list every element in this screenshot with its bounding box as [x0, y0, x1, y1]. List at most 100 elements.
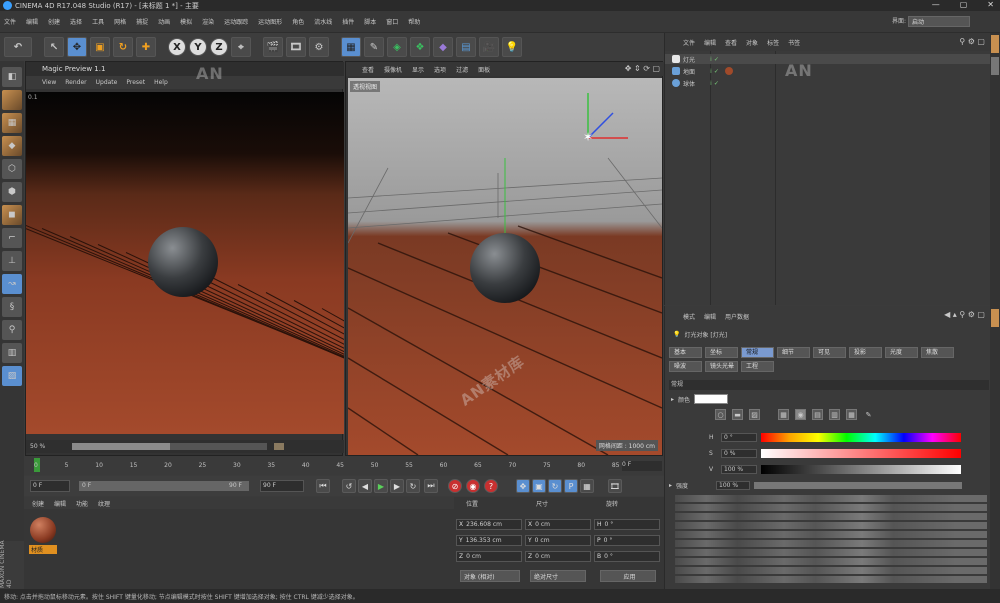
expand-arrow-icon[interactable]: ▸	[669, 482, 672, 489]
tab-coord[interactable]: 坐标	[705, 347, 738, 358]
next-key-button[interactable]: ↻	[406, 479, 420, 493]
position-z-field[interactable]: Z0 cm	[456, 551, 522, 562]
prev-key-button[interactable]: ↺	[342, 479, 356, 493]
menu-motion-tracking[interactable]: 运动跟踪	[224, 17, 248, 26]
tab-details[interactable]: 细节	[777, 347, 810, 358]
menu-mograph[interactable]: 运动图形	[258, 17, 282, 26]
tab-project[interactable]: 工程	[741, 361, 774, 372]
size-x-field[interactable]: X0 cm	[525, 519, 591, 530]
add-object-button[interactable]: ✚	[136, 37, 156, 57]
vp-menu-display[interactable]: 显示	[412, 65, 424, 74]
object-row-floor[interactable]: 地面 ⁞ ✓	[665, 66, 991, 76]
menu-character[interactable]: 角色	[292, 17, 304, 26]
rotate-tool-button[interactable]: ↻	[113, 37, 133, 57]
position-y-field[interactable]: Y 136.353 cm	[456, 535, 522, 546]
menu-script[interactable]: 脚本	[364, 17, 376, 26]
grid-button[interactable]: ▥	[2, 343, 22, 363]
menu-mesh[interactable]: 网格	[114, 17, 126, 26]
material-tag-icon[interactable]	[724, 67, 733, 75]
hue-field[interactable]: 0 °	[721, 432, 757, 442]
mat-menu-function[interactable]: 功能	[76, 499, 88, 508]
timeline-window-button[interactable]: 🎞	[608, 479, 622, 493]
am-menu-userdata[interactable]: 用户数据	[725, 312, 749, 321]
start-frame-field[interactable]: 0 F	[30, 480, 70, 492]
menu-window[interactable]: 窗口	[386, 17, 398, 26]
color-swatch[interactable]	[694, 394, 729, 404]
om-menu-objects[interactable]: 对象	[746, 38, 758, 47]
timeline-end-field[interactable]: 0 F	[622, 461, 662, 471]
menu-simulate[interactable]: 模拟	[180, 17, 192, 26]
mat-menu-texture[interactable]: 纹理	[98, 499, 110, 508]
model-mode-button[interactable]	[2, 90, 22, 110]
value-field[interactable]: 100 %	[721, 464, 757, 474]
tab-general[interactable]: 常规	[741, 347, 774, 358]
undo-button[interactable]: ↶	[4, 37, 32, 57]
om-menu-bookmarks[interactable]: 书签	[788, 38, 800, 47]
intensity-field[interactable]: 100 %	[716, 481, 751, 490]
rgb-icon[interactable]: ▦	[778, 409, 789, 420]
record-keys-button[interactable]: ⊘	[448, 479, 462, 493]
workplane-lock-button[interactable]: ▨	[2, 366, 22, 386]
render-to-picture-viewer-button[interactable]: 🎞	[286, 37, 306, 57]
object-row-sphere[interactable]: 球体 ⁞ ✓	[665, 78, 991, 88]
mp-menu-update[interactable]: Update	[96, 79, 118, 86]
hue-slider[interactable]	[761, 432, 961, 442]
tab-visibility[interactable]: 可见	[813, 347, 846, 358]
content-browser-tab[interactable]	[991, 57, 999, 75]
play-button[interactable]: ▶	[374, 479, 388, 493]
menu-edit[interactable]: 编辑	[26, 17, 38, 26]
deformer-button[interactable]: ◆	[433, 37, 453, 57]
menu-render[interactable]: 渲染	[202, 17, 214, 26]
axis-mode-button[interactable]: ⊥	[2, 251, 22, 271]
render-settings-button[interactable]: ⚙	[309, 37, 329, 57]
hsv-icon[interactable]: ◉	[795, 409, 806, 420]
section-general-header[interactable]: 常规	[669, 380, 989, 390]
menu-snap[interactable]: 捕捉	[136, 17, 148, 26]
picture-icon[interactable]: ▨	[749, 409, 760, 420]
layout-dropdown[interactable]: 启动	[908, 16, 970, 27]
visibility-check-icon[interactable]: ⁞ ✓	[710, 80, 719, 87]
vp-menu-options[interactable]: 选项	[434, 65, 446, 74]
soft-selection-button[interactable]: §	[2, 297, 22, 317]
render-view-button[interactable]: 🎬	[263, 37, 283, 57]
timeline[interactable]: 051015202530354045505560657075808590 0 F	[24, 456, 664, 475]
size-mode-dropdown[interactable]: 绝对尺寸	[530, 570, 586, 582]
object-row-light[interactable]: 灯光 ⁞ ✓	[665, 54, 991, 64]
y-axis-lock-button[interactable]: Y	[189, 38, 207, 56]
menu-create[interactable]: 创建	[48, 17, 60, 26]
saturation-field[interactable]: 0 %	[721, 448, 757, 458]
sphere-object[interactable]	[470, 233, 540, 303]
coordinate-mode-dropdown[interactable]: 对象 (相对)	[460, 570, 520, 582]
attributes-tab[interactable]	[991, 309, 999, 327]
tab-caustics[interactable]: 焦散	[921, 347, 954, 358]
vp-menu-view[interactable]: 查看	[362, 65, 374, 74]
x-axis-lock-button[interactable]: X	[168, 38, 186, 56]
eyedropper-icon[interactable]: ✎	[863, 409, 874, 420]
mat-menu-edit[interactable]: 编辑	[54, 499, 66, 508]
rotation-h-field[interactable]: H0 °	[594, 519, 660, 530]
prev-frame-button[interactable]: ◀	[358, 479, 372, 493]
cube-object-button[interactable]: ▦	[341, 37, 361, 57]
tab-basic[interactable]: 基本	[669, 347, 702, 358]
menu-tools[interactable]: 工具	[92, 17, 104, 26]
make-editable-button[interactable]: ◧	[2, 67, 22, 87]
visibility-check-icon[interactable]: ⁞ ✓	[710, 68, 719, 75]
om-menu-tags[interactable]: 标签	[767, 38, 779, 47]
move-tool-button[interactable]: ✥	[67, 37, 87, 57]
material-name[interactable]: 材质	[29, 545, 57, 554]
saturation-slider[interactable]	[761, 448, 961, 458]
menu-pipeline[interactable]: 流水线	[314, 17, 332, 26]
key-scale-button[interactable]: ▣	[532, 479, 546, 493]
pen-spline-button[interactable]: ✎	[364, 37, 384, 57]
z-axis-lock-button[interactable]: Z	[210, 38, 228, 56]
expand-arrow-icon[interactable]: ▸	[671, 396, 674, 403]
key-parameter-button[interactable]: P	[564, 479, 578, 493]
om-menu-edit[interactable]: 编辑	[704, 38, 716, 47]
menu-file[interactable]: 文件	[4, 17, 16, 26]
minimize-button[interactable]: —	[932, 0, 940, 9]
mixer-icon[interactable]: ▥	[829, 409, 840, 420]
am-nav-icons[interactable]: ◀ ▴ ⚲ ⚙ ▢	[944, 310, 985, 319]
preview-color-swatch[interactable]	[274, 443, 284, 450]
tab-noise[interactable]: 噪波	[669, 361, 702, 372]
live-select-button[interactable]: ↖	[44, 37, 64, 57]
